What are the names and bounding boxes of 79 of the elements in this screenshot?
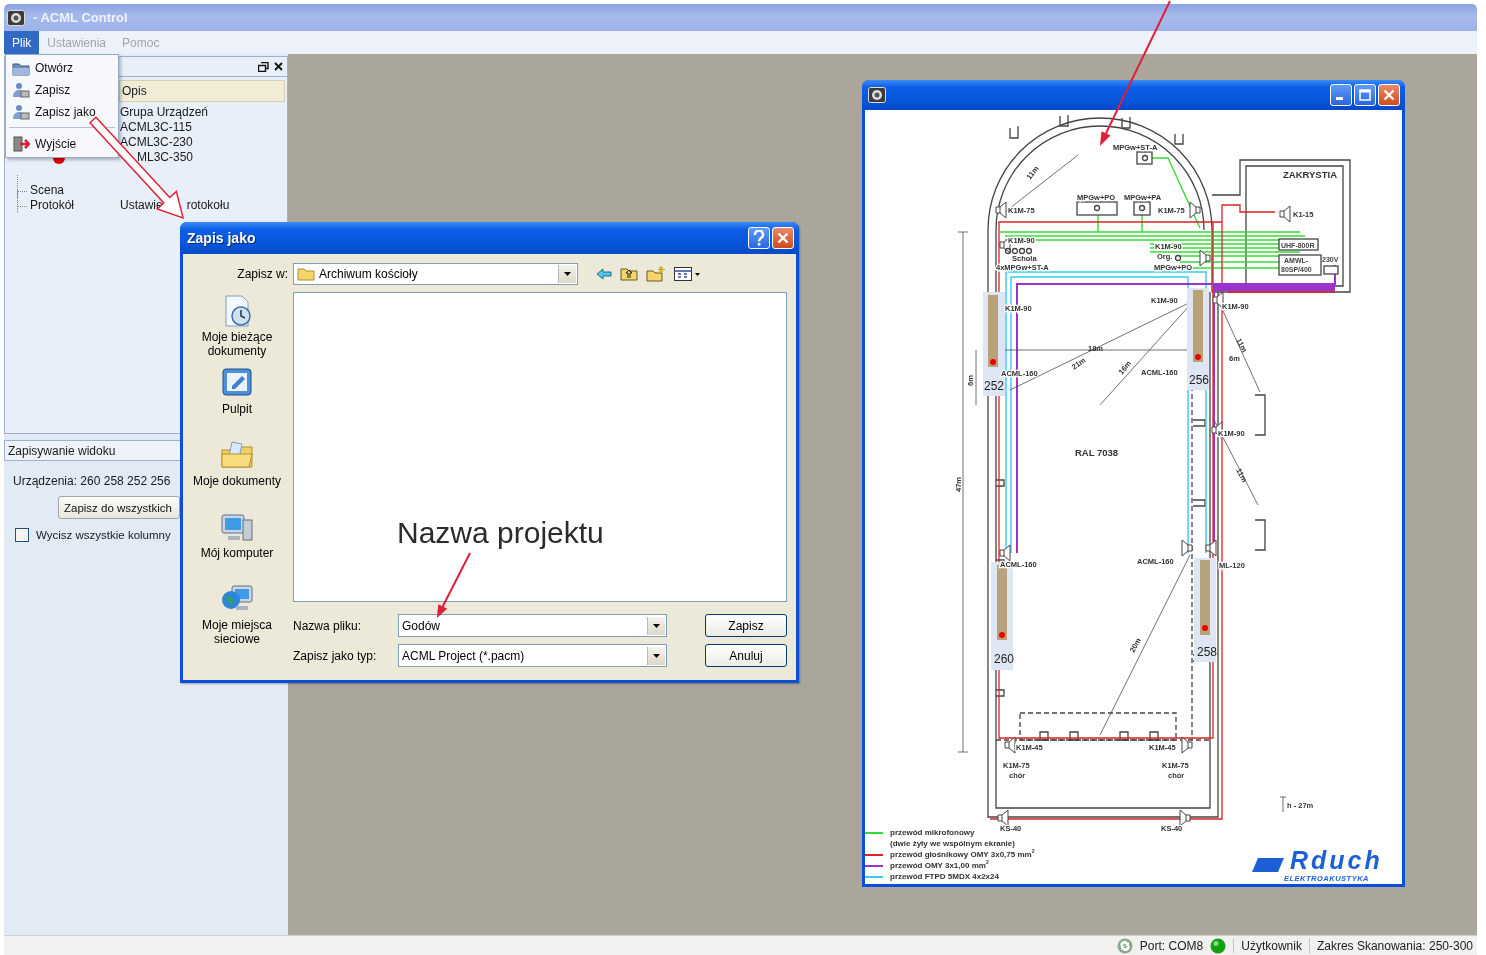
- file-list[interactable]: [293, 292, 787, 602]
- table-cell: ML3C-350: [137, 150, 194, 164]
- table-cell: rotokołu: [186, 198, 230, 212]
- close-icon: [777, 232, 789, 244]
- device-number: 260: [994, 652, 1015, 666]
- app-icon: [868, 87, 886, 103]
- legend-label: przewód FTPD 5MDX 4x2x24: [890, 871, 999, 882]
- back-icon[interactable]: [596, 267, 612, 280]
- table-cell: Grupa Urządzeń: [120, 105, 209, 119]
- legend-label: przewód OMY 3x1,00 mm$^{2}$: [890, 860, 989, 871]
- checkbox-label: Wycisz wszystkie kolumny: [36, 529, 171, 541]
- refresh-icon: [1116, 937, 1133, 954]
- device-number: 256: [1189, 373, 1210, 387]
- window-title: - ACML Control: [33, 10, 128, 25]
- menu-item[interactable]: Zapisz jako: [6, 101, 100, 123]
- user-text: Użytkownik: [1241, 938, 1302, 953]
- app-icon: [7, 9, 25, 26]
- up-folder-icon[interactable]: [620, 266, 638, 281]
- caret-icon: [653, 653, 660, 658]
- place-label[interactable]: Moje bieżące dokumenty: [192, 330, 282, 358]
- folder-icon: [11, 60, 30, 76]
- close-button[interactable]: [772, 227, 794, 249]
- status-light-icon: [1210, 937, 1227, 954]
- device-number: 252: [984, 379, 1005, 393]
- apply-button[interactable]: Zapisz do wszystkich: [58, 496, 180, 519]
- place-label[interactable]: Moje miejsca sieciowe: [192, 618, 282, 646]
- checkbox[interactable]: [15, 528, 29, 542]
- folder-dropdown[interactable]: Archiwum kościoły: [293, 262, 578, 285]
- menu-item[interactable]: Plik: [4, 31, 40, 54]
- plan-title: RAL 7038: [1075, 447, 1119, 458]
- help-icon: [753, 230, 765, 246]
- menu-item[interactable]: Otwórz: [6, 57, 77, 79]
- logo-mark-icon: [1252, 858, 1284, 872]
- file-type-dropdown[interactable]: ACML Project (*.pacm): [398, 644, 667, 667]
- place-label[interactable]: Pulpit: [192, 402, 282, 416]
- tree-item[interactable]: Scena: [30, 183, 65, 197]
- minimize-button[interactable]: [1330, 84, 1352, 106]
- devices-text: Urządzenia: 260 258 252 256: [13, 474, 171, 488]
- logo-text: Rduch: [1290, 846, 1383, 874]
- save-icon: [11, 82, 30, 98]
- restore-icon[interactable]: [258, 61, 269, 72]
- caret-icon: [653, 623, 660, 628]
- callout-text: Nazwa projektu: [397, 516, 604, 550]
- close-icon[interactable]: [274, 62, 283, 71]
- legend-note: (dwie żyły we wspólnym ekranie): [890, 839, 1015, 848]
- scan-range-text: Zakres Skanowania: 250-300: [1316, 938, 1473, 953]
- field-label: Zapisz jako typ:: [293, 648, 378, 663]
- table-cell: ACML3C-115: [120, 120, 192, 134]
- maximize-icon: [1359, 89, 1371, 101]
- close-button[interactable]: [1378, 84, 1400, 106]
- place-label[interactable]: Moje dokumenty: [192, 474, 282, 488]
- tree-item[interactable]: Protokół: [30, 198, 75, 212]
- port-text: Port: COM8: [1139, 938, 1204, 953]
- close-icon: [1383, 89, 1395, 101]
- place-label[interactable]: Mój komputer: [192, 546, 282, 560]
- plan-title: ZAKRYSTIA: [1283, 169, 1337, 180]
- menu-item[interactable]: Zapisz: [6, 79, 75, 101]
- minimize-icon: [1336, 96, 1343, 100]
- file-name-field[interactable]: Godów: [398, 614, 667, 637]
- exit-icon: [11, 136, 30, 152]
- device-number: 258: [1197, 645, 1218, 659]
- caret-icon: [564, 271, 571, 276]
- save-icon: [11, 104, 30, 120]
- view-menu-icon[interactable]: [674, 266, 700, 281]
- legend-label: przewód mikrofonowy: [890, 827, 975, 838]
- table-cell: Ustawie: [120, 198, 163, 212]
- callout-arrow: [436, 552, 471, 619]
- field-label: Nazwa pliku:: [293, 618, 363, 633]
- folder-icon: [297, 266, 315, 281]
- table-cell: ACML3C-230: [120, 135, 193, 149]
- menu-item[interactable]: Wyjście: [6, 133, 81, 155]
- maximize-button[interactable]: [1354, 84, 1376, 106]
- legend-label: przewód głośnikowy OMY 3x0,75 mm$^{2}$: [890, 849, 1035, 860]
- column-header[interactable]: Opis: [119, 80, 285, 102]
- field-label: Zapisz w:: [237, 266, 288, 281]
- cancel-button[interactable]: Anuluj: [705, 644, 787, 667]
- save-button[interactable]: Zapisz: [705, 614, 787, 637]
- dialog-title: Zapis jako: [187, 230, 257, 246]
- help-button[interactable]: [748, 227, 770, 249]
